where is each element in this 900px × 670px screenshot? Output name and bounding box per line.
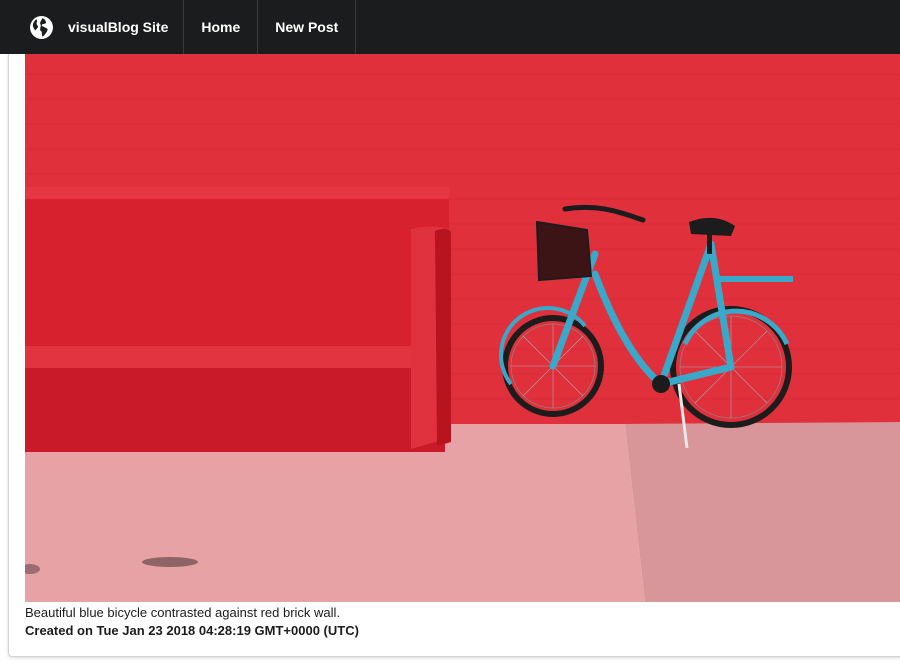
globe-icon: [30, 15, 53, 39]
nav-home[interactable]: Home: [184, 0, 259, 54]
nav-new-post[interactable]: New Post: [258, 0, 357, 54]
post-created-date: Created on Tue Jan 23 2018 04:28:19 GMT+…: [25, 623, 359, 638]
brand-label: visualBlog Site: [68, 19, 169, 35]
post-photo[interactable]: [25, 54, 900, 602]
nav-new-post-label: New Post: [275, 19, 339, 35]
top-navbar: visualBlog Site Home New Post: [0, 0, 900, 54]
post-card: Beautiful blue bicycle contrasted agains…: [8, 54, 900, 657]
nav-home-label: Home: [201, 19, 241, 35]
post-caption: Beautiful blue bicycle contrasted agains…: [25, 605, 341, 620]
brand-link[interactable]: visualBlog Site: [0, 0, 185, 54]
